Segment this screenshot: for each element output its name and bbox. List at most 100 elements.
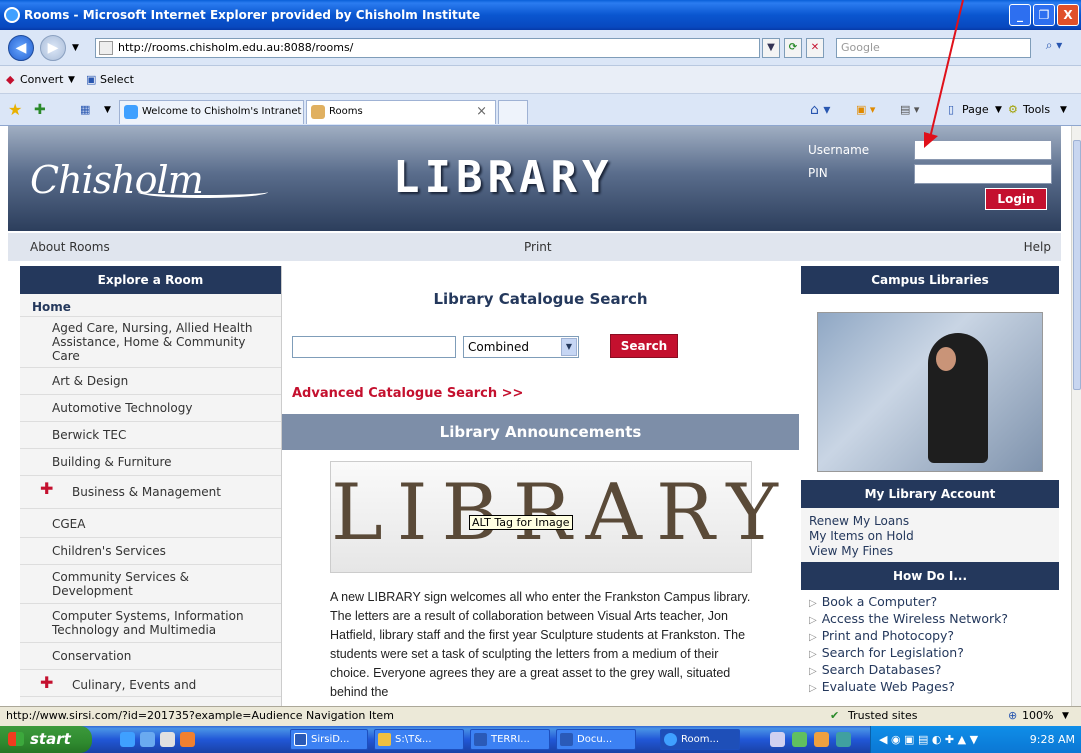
howdo-item[interactable]: ▷ Search Databases? (809, 662, 1051, 679)
taskbar-item[interactable]: TERRI... (470, 729, 550, 750)
vertical-scrollbar[interactable] (1071, 126, 1081, 706)
tools-menu-button[interactable]: Tools (1023, 94, 1050, 126)
print-icon[interactable]: ▤ ▾ (900, 94, 919, 126)
explore-room-panel: Explore a Room Home Aged Care, Nursing, … (20, 266, 282, 706)
taskbar-item[interactable]: SirsiD... (290, 729, 368, 750)
maximize-button[interactable]: ❐ (1033, 4, 1055, 26)
tools-dropdown-icon[interactable]: ▼ (1060, 94, 1067, 126)
new-tab-button[interactable] (498, 100, 528, 124)
feeds-icon[interactable]: ▣ ▾ (856, 94, 875, 126)
room-label: Computer Systems, Information Technology… (52, 609, 244, 637)
room-item[interactable]: Computer Systems, Information Technology… (20, 604, 281, 643)
room-item[interactable]: Building & Furniture (20, 449, 281, 476)
ie-page-icon (124, 105, 138, 119)
pin-input[interactable] (914, 164, 1052, 184)
favorites-star-icon[interactable]: ★ (8, 94, 22, 126)
add-favorites-icon[interactable]: ✚ (34, 94, 46, 126)
tab-list-icon[interactable]: ▼ (104, 94, 111, 126)
howdo-label: Search for Legislation? (821, 645, 964, 660)
home-icon[interactable]: ⌂ ▾ (810, 94, 830, 126)
room-item[interactable]: Community Services & Development (20, 565, 281, 604)
outlook-icon[interactable] (140, 732, 155, 747)
tab-rooms[interactable]: Rooms × (306, 100, 496, 124)
room-item[interactable]: ✚ Culinary, Events and (20, 670, 281, 697)
taskbar-item[interactable]: S:\T&... (374, 729, 464, 750)
tool-icon[interactable] (814, 732, 829, 747)
taskbar-item-label: SirsiD... (311, 734, 350, 745)
firefox-icon[interactable] (180, 732, 195, 747)
search-input[interactable]: Google (836, 38, 1031, 58)
network-icon[interactable] (836, 732, 851, 747)
view-fines-link[interactable]: View My Fines (809, 544, 1051, 559)
items-on-hold-link[interactable]: My Items on Hold (809, 529, 1051, 544)
expand-plus-icon[interactable]: ✚ (40, 675, 53, 691)
room-item[interactable]: Art & Design (20, 368, 281, 395)
tray-icons[interactable]: ◀ ◉ ▣ ▤ ◐ ✚ ▲ ▼ (879, 726, 978, 753)
clock[interactable]: 9:28 AM (1030, 726, 1075, 753)
forward-button[interactable]: ▶ (40, 35, 66, 61)
room-item[interactable]: Automotive Technology (20, 395, 281, 422)
tab-intranet[interactable]: Welcome to Chisholm's Intranet (119, 100, 304, 124)
catalogue-search-button[interactable]: Search (610, 334, 678, 358)
room-item[interactable]: Children's Services (20, 538, 281, 565)
howdo-item[interactable]: ▷ Book a Computer? (809, 594, 1051, 611)
login-button[interactable]: Login (985, 188, 1047, 210)
zoom-dropdown-icon[interactable]: ▼ (1062, 707, 1069, 725)
renew-loans-link[interactable]: Renew My Loans (809, 514, 1051, 529)
close-tab-icon[interactable]: × (476, 101, 487, 123)
start-button[interactable]: start (0, 726, 92, 753)
search-type-select[interactable]: Combined ▼ (463, 336, 579, 358)
stop-icon[interactable]: ✕ (806, 38, 824, 58)
pen-icon[interactable] (770, 732, 785, 747)
url-input[interactable]: http://rooms.chisholm.edu.au:8088/rooms/ (95, 38, 760, 58)
taskbar-item-active[interactable]: Room... (660, 729, 740, 750)
page-dropdown-icon[interactable]: ▼ (995, 94, 1002, 126)
close-window-button[interactable]: X (1057, 4, 1079, 26)
zoom-icon: ⊕ (1008, 709, 1018, 722)
desktop-icon[interactable] (160, 732, 175, 747)
convert-button[interactable]: Convert (20, 66, 64, 94)
catalogue-search-input[interactable] (292, 336, 456, 358)
about-rooms-link[interactable]: About Rooms (30, 233, 110, 261)
search-icon[interactable]: ⌕ ▾ (1040, 38, 1068, 58)
select-button[interactable]: Select (100, 66, 134, 94)
chevron-down-icon[interactable]: ▼ (561, 338, 577, 356)
taskbar-item[interactable]: Docu... (556, 729, 636, 750)
print-link[interactable]: Print (524, 233, 552, 261)
refresh-icon[interactable]: ⟳ (784, 38, 802, 58)
chart-icon[interactable] (792, 732, 807, 747)
room-item[interactable]: CGEA (20, 509, 281, 538)
scrollbar-thumb[interactable] (1073, 140, 1081, 390)
room-item[interactable]: Conservation (20, 643, 281, 670)
url-dropdown-icon[interactable]: ▼ (762, 38, 780, 58)
howdo-item[interactable]: ▷ Search for Legislation? (809, 645, 1051, 662)
zoom-level[interactable]: 100% (1022, 707, 1053, 725)
security-zone[interactable]: Trusted sites (848, 707, 918, 725)
pin-label: PIN (808, 166, 828, 180)
advanced-search-link[interactable]: Advanced Catalogue Search >> (292, 386, 523, 401)
room-item[interactable]: Aged Care, Nursing, Allied Health Assist… (20, 317, 281, 368)
minimize-button[interactable]: _ (1009, 4, 1031, 26)
home-link[interactable]: Home (20, 294, 281, 317)
howdo-item[interactable]: ▷ Evaluate Web Pages? (809, 679, 1051, 696)
ie-icon (664, 733, 677, 746)
system-tray: ◀ ◉ ▣ ▤ ◐ ✚ ▲ ▼ 9:28 AM (870, 726, 1081, 753)
help-link[interactable]: Help (1024, 233, 1051, 261)
recent-pages-dropdown-icon[interactable]: ▼ (72, 43, 79, 53)
ie-icon[interactable] (120, 732, 135, 747)
page-menu-button[interactable]: Page (962, 94, 989, 126)
username-label: Username (808, 143, 870, 157)
room-item[interactable]: Berwick TEC (20, 422, 281, 449)
tab-label: Welcome to Chisholm's Intranet (142, 106, 302, 117)
username-input[interactable] (914, 140, 1052, 160)
back-button[interactable]: ◀ (8, 35, 34, 61)
howdo-item[interactable]: ▷ Access the Wireless Network? (809, 611, 1051, 628)
room-item[interactable]: ✚ Business & Management (20, 476, 281, 509)
howdo-item[interactable]: ▷ Print and Photocopy? (809, 628, 1051, 645)
expand-plus-icon[interactable]: ✚ (40, 481, 53, 497)
address-bar: ◀ ▶ ▼ http://rooms.chisholm.edu.au:8088/… (0, 30, 1081, 66)
howdo-list: ▷ Book a Computer? ▷ Access the Wireless N… (801, 590, 1059, 700)
quick-tabs-icon[interactable]: ▦ (80, 94, 90, 126)
convert-dropdown-icon[interactable]: ▼ (68, 66, 75, 94)
rooms-page-icon (311, 105, 325, 119)
